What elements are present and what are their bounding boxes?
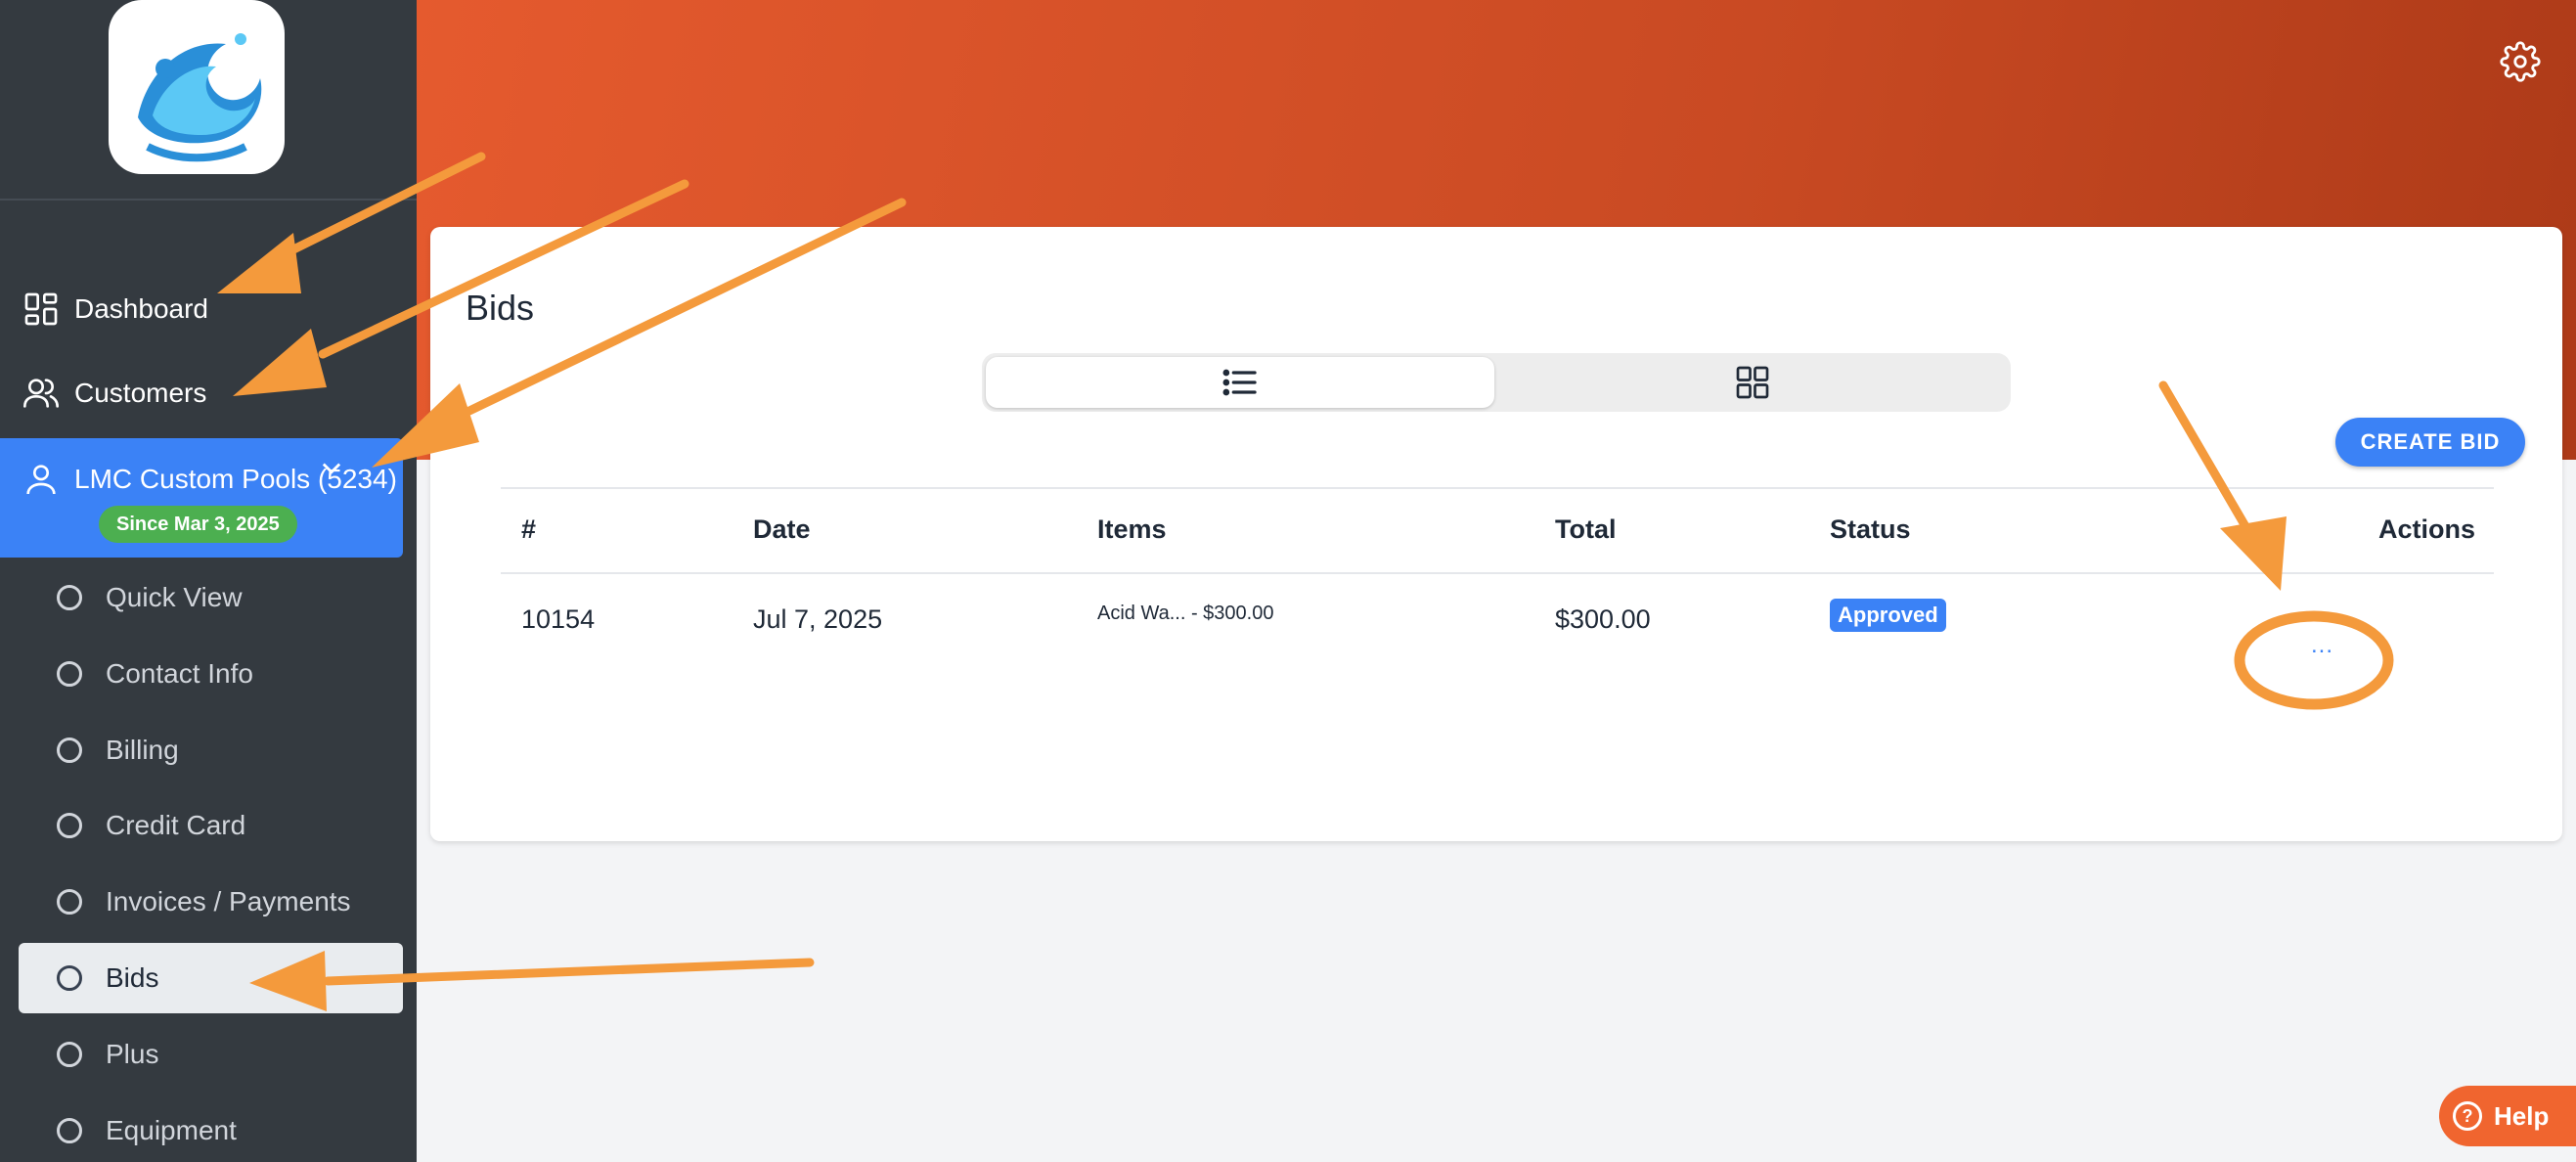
- view-toggle: [982, 353, 2011, 412]
- column-header-date[interactable]: Date: [753, 514, 811, 545]
- circle-icon: [57, 737, 82, 763]
- status-badge: Since Mar 3, 2025: [99, 506, 297, 543]
- sidebar-divider: [0, 199, 417, 201]
- logo-wave-icon: [138, 33, 262, 162]
- gear-icon[interactable]: [2500, 41, 2541, 82]
- bids-card: Bids CREATE BID # Date Items Total Statu…: [430, 227, 2562, 841]
- sidebar-item-label: Invoices / Payments: [106, 886, 351, 916]
- sidebar-item-label: Customers: [74, 378, 207, 408]
- sidebar-item-credit-card[interactable]: Credit Card: [0, 795, 417, 856]
- sidebar-item-contact-info[interactable]: Contact Info: [0, 644, 417, 704]
- sidebar-item-label: Billing: [106, 735, 179, 765]
- grid-view-button[interactable]: [1498, 357, 2007, 408]
- question-circle-icon: ?: [2453, 1101, 2482, 1131]
- status-badge: Approved: [1830, 599, 1946, 632]
- sidebar-item-billing[interactable]: Billing: [0, 720, 417, 781]
- users-icon: [22, 374, 61, 413]
- circle-icon: [57, 661, 82, 687]
- help-label: Help: [2494, 1100, 2550, 1131]
- circle-icon: [57, 1042, 82, 1067]
- bid-total: $300.00: [1555, 604, 1651, 634]
- bid-items: Acid Wa... - $300.00: [1097, 603, 1274, 624]
- list-icon: [1222, 369, 1257, 396]
- sidebar-item-invoices-payments[interactable]: Invoices / Payments: [0, 872, 417, 932]
- circle-icon: [57, 965, 82, 991]
- dashboard-grid-icon: [22, 290, 61, 329]
- column-header-items[interactable]: Items: [1097, 514, 1167, 545]
- sidebar-item-label: Equipment: [106, 1115, 237, 1145]
- page-title: Bids: [466, 288, 535, 328]
- actions-menu-button[interactable]: ...: [2311, 632, 2333, 659]
- chevron-down-icon[interactable]: [318, 454, 345, 481]
- user-icon: [26, 465, 56, 495]
- sidebar-item-quick-view[interactable]: Quick View: [0, 567, 417, 628]
- column-header-actions: Actions: [2378, 514, 2476, 544]
- sidebar-item-plus[interactable]: Plus: [0, 1024, 417, 1085]
- table-header-border: [501, 572, 2494, 574]
- circle-icon: [57, 1118, 82, 1143]
- bid-number: 10154: [521, 604, 596, 634]
- column-header-total[interactable]: Total: [1555, 514, 1617, 545]
- sidebar-item-label: Contact Info: [106, 658, 253, 689]
- sidebar-item-dashboard[interactable]: Dashboard: [0, 274, 417, 344]
- customer-name: LMC Custom Pools (5234): [74, 464, 397, 494]
- list-view-button[interactable]: [986, 357, 1494, 408]
- sidebar-item-label: Bids: [106, 962, 159, 993]
- sidebar-item-equipment[interactable]: Equipment: [0, 1100, 417, 1161]
- sidebar-item-label: Plus: [106, 1039, 159, 1069]
- sidebar-item-bids[interactable]: Bids: [19, 943, 403, 1013]
- help-button[interactable]: ? Help: [2439, 1086, 2576, 1146]
- circle-icon: [57, 889, 82, 915]
- column-header-status[interactable]: Status: [1830, 514, 1911, 545]
- table-top-border: [501, 487, 2494, 489]
- sidebar-item-label: Credit Card: [106, 810, 246, 840]
- sidebar: Dashboard Customers LMC Custom Pools (52…: [0, 0, 417, 1162]
- column-header-number[interactable]: #: [521, 514, 536, 545]
- grid-icon: [1736, 366, 1769, 399]
- circle-icon: [57, 585, 82, 610]
- sidebar-item-label: Dashboard: [74, 293, 208, 324]
- bid-date: Jul 7, 2025: [753, 604, 883, 634]
- create-bid-button[interactable]: CREATE BID: [2335, 418, 2525, 467]
- sidebar-item-label: Quick View: [106, 582, 243, 612]
- logo[interactable]: [109, 0, 285, 174]
- circle-icon: [57, 813, 82, 838]
- sidebar-item-customers[interactable]: Customers: [0, 358, 417, 428]
